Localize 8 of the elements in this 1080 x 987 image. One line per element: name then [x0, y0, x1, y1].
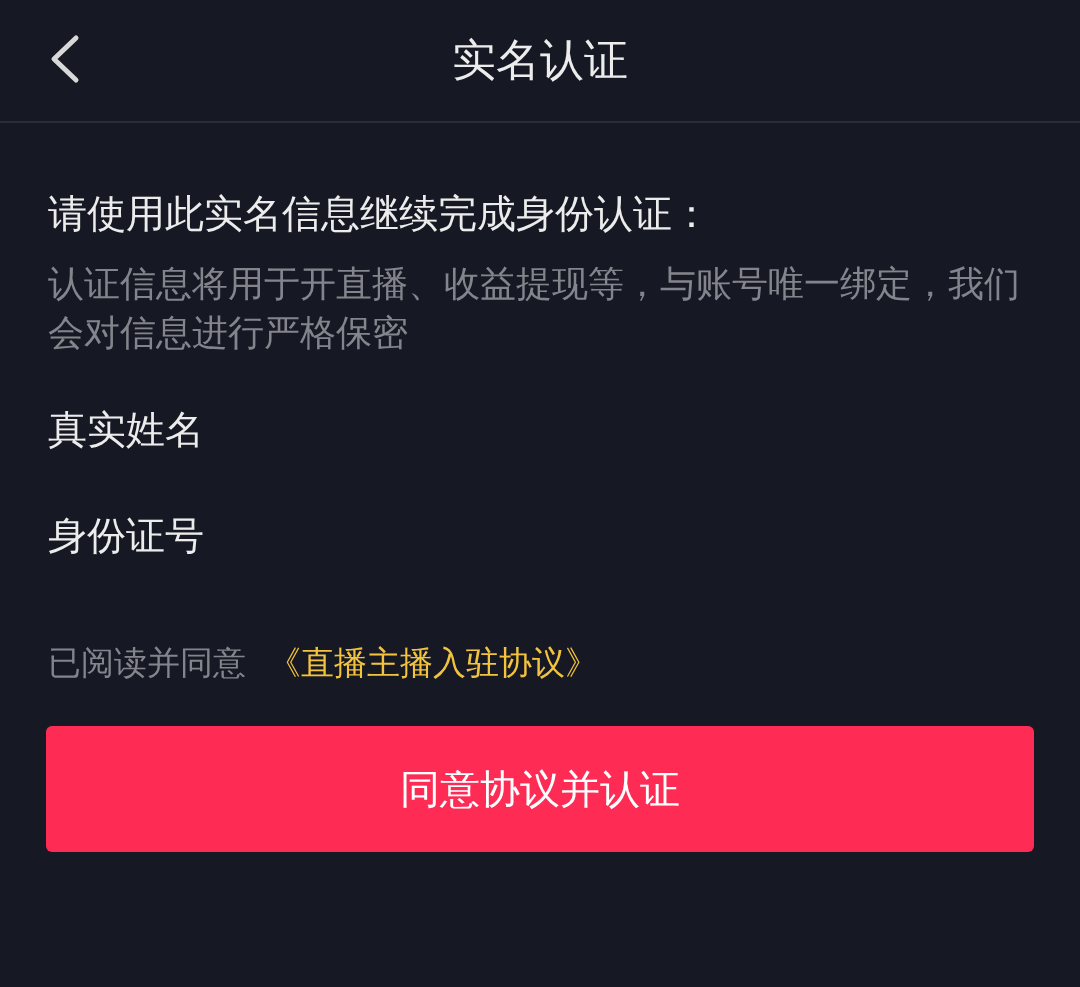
intro-description: 认证信息将用于开直播、收益提现等，与账号唯一绑定，我们会对信息进行严格保密 — [48, 262, 1021, 355]
intro-heading: 请使用此实名信息继续完成身份认证： — [48, 190, 712, 238]
field-label: 真实姓名 — [48, 406, 205, 454]
field-label: 身份证号 — [48, 512, 205, 560]
page-title: 实名认证 — [452, 33, 628, 87]
agreement-text: 已阅读并同意 — [48, 642, 246, 684]
agreement-link[interactable]: 《直播主播入驻协议》 — [268, 641, 598, 686]
submit-button[interactable]: 同意协议并认证 — [46, 726, 1034, 852]
